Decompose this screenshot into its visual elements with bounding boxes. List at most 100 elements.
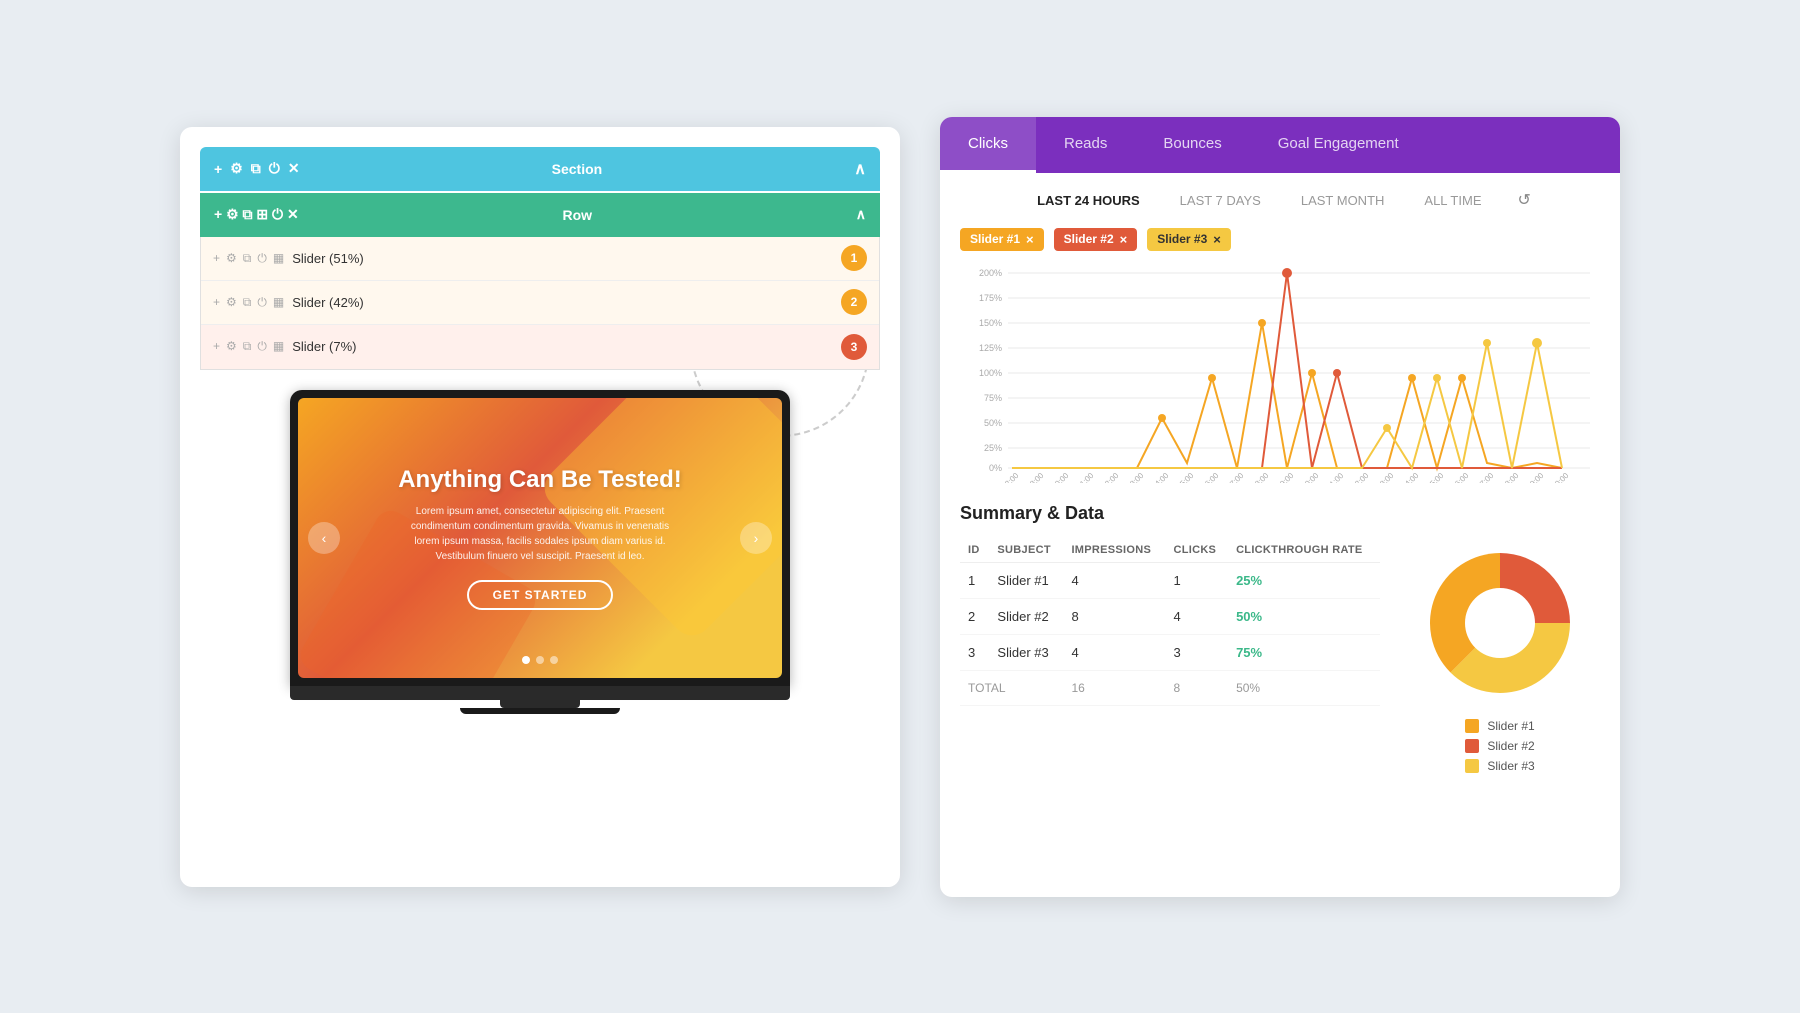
laptop-foot xyxy=(460,708,620,714)
time-filter-bar: LAST 24 HOURS LAST 7 DAYS LAST MONTH ALL… xyxy=(940,173,1620,228)
row3-rate: 75% xyxy=(1228,634,1380,670)
gear-icon[interactable]: ⚙ xyxy=(230,160,243,177)
slider-list: +⚙⧉⏻▦ Slider (51%) 1 +⚙⧉⏻▦ Slider (42%) … xyxy=(200,237,880,370)
svg-text:125%: 125% xyxy=(979,343,1002,353)
row2-impressions: 8 xyxy=(1063,598,1165,634)
row1-clicks: 1 xyxy=(1165,562,1228,598)
svg-text:06:00: 06:00 xyxy=(1200,470,1221,482)
row2-subject: Slider #2 xyxy=(989,598,1063,634)
section-bar[interactable]: + ⚙ ⧉ ⏻ ✕ Section ∧ xyxy=(200,147,880,191)
laptop-display: ‹ Anything Can Be Tested! Lorem ipsum am… xyxy=(298,398,782,678)
svg-text:13:00: 13:00 xyxy=(1375,470,1396,482)
tab-clicks[interactable]: Clicks xyxy=(940,117,1036,173)
slider-prev-arrow[interactable]: ‹ xyxy=(308,522,340,554)
table-row: 2 Slider #2 8 4 50% xyxy=(960,598,1380,634)
svg-text:23:00: 23:00 xyxy=(1025,470,1046,482)
filter-all-time[interactable]: ALL TIME xyxy=(1416,189,1489,212)
svg-text:25%: 25% xyxy=(984,443,1002,453)
svg-text:14:00: 14:00 xyxy=(1400,470,1421,482)
svg-text:12:00: 12:00 xyxy=(1350,470,1371,482)
filter-tag-slider2-close[interactable]: × xyxy=(1120,232,1128,247)
legend-slider1: Slider #1 xyxy=(1465,719,1534,733)
laptop-body: Lorem ipsum amet, consectetur adipiscing… xyxy=(400,504,680,564)
filter-tags: Slider #1 × Slider #2 × Slider #3 × xyxy=(940,228,1620,263)
legend-label-slider3: Slider #3 xyxy=(1487,759,1534,773)
copy-icon[interactable]: ⧉ xyxy=(243,206,253,222)
reset-filter-icon[interactable]: ↺ xyxy=(1517,190,1530,210)
section-chevron[interactable]: ∧ xyxy=(854,159,866,179)
svg-text:00:00: 00:00 xyxy=(1050,470,1071,482)
dot-2[interactable] xyxy=(536,656,544,664)
slider-1-label: Slider (51%) xyxy=(292,251,833,266)
filter-last-month[interactable]: LAST MONTH xyxy=(1293,189,1393,212)
laptop-dots xyxy=(522,656,558,664)
total-label: TOTAL xyxy=(960,670,1063,705)
svg-text:10:00: 10:00 xyxy=(1300,470,1321,482)
slider-1-badge: 1 xyxy=(841,245,867,271)
svg-text:100%: 100% xyxy=(979,368,1002,378)
table-row: 3 Slider #3 4 3 75% xyxy=(960,634,1380,670)
filter-tag-slider3[interactable]: Slider #3 × xyxy=(1147,228,1231,251)
slider-item-2[interactable]: +⚙⧉⏻▦ Slider (42%) 2 xyxy=(201,281,879,325)
svg-text:04:00: 04:00 xyxy=(1150,470,1171,482)
chart-area: 200% 175% 150% 125% 100% 75% 50% 25% 0% … xyxy=(940,263,1620,493)
col-rate: CLICKTHROUGH RATE xyxy=(1228,538,1380,563)
svg-text:0%: 0% xyxy=(989,463,1002,473)
delete-icon[interactable]: ✕ xyxy=(288,160,300,177)
row1-rate: 25% xyxy=(1228,562,1380,598)
slider-next-arrow[interactable]: › xyxy=(740,522,772,554)
row2-id: 2 xyxy=(960,598,989,634)
slider-item-3[interactable]: +⚙⧉⏻▦ Slider (7%) 3 xyxy=(201,325,879,369)
filter-tag-slider1-label: Slider #1 xyxy=(970,232,1020,246)
total-impressions: 16 xyxy=(1063,670,1165,705)
svg-text:08:00: 08:00 xyxy=(1250,470,1271,482)
laptop-screen: ‹ Anything Can Be Tested! Lorem ipsum am… xyxy=(290,390,790,686)
add-icon[interactable]: + xyxy=(214,161,222,177)
laptop-headline: Anything Can Be Tested! xyxy=(398,466,682,494)
row1-impressions: 4 xyxy=(1063,562,1165,598)
svg-text:20:00: 20:00 xyxy=(1550,470,1571,482)
svg-text:01:00: 01:00 xyxy=(1075,470,1096,482)
legend-label-slider1: Slider #1 xyxy=(1487,719,1534,733)
filter-tag-slider1-close[interactable]: × xyxy=(1026,232,1034,247)
row-bar[interactable]: + ⚙ ⧉ ⊞ ⏻ ✕ Row ∧ xyxy=(200,193,880,237)
power-icon[interactable]: ⏻ xyxy=(269,160,280,177)
pie-chart-area: Slider #1 Slider #2 Slider #3 xyxy=(1400,503,1600,887)
row3-clicks: 3 xyxy=(1165,634,1228,670)
right-panel: Clicks Reads Bounces Goal Engagement LAS… xyxy=(940,117,1620,897)
gear-icon[interactable]: ⚙ xyxy=(226,206,239,222)
svg-text:18:00: 18:00 xyxy=(1500,470,1521,482)
section-bar-icons: + ⚙ ⧉ ⏻ ✕ xyxy=(214,160,300,177)
filter-tag-slider3-close[interactable]: × xyxy=(1213,232,1221,247)
power-icon[interactable]: ⏻ xyxy=(272,206,283,222)
legend-dot-slider1 xyxy=(1465,719,1479,733)
copy-icon[interactable]: ⧉ xyxy=(251,160,261,177)
svg-text:03:00: 03:00 xyxy=(1125,470,1146,482)
row-chevron[interactable]: ∧ xyxy=(856,206,866,223)
tab-bounces[interactable]: Bounces xyxy=(1135,117,1249,173)
slider-2-label: Slider (42%) xyxy=(292,295,833,310)
slider-3-icons: +⚙⧉⏻▦ xyxy=(213,339,284,354)
svg-text:05:00: 05:00 xyxy=(1175,470,1196,482)
total-row: TOTAL 16 8 50% xyxy=(960,670,1380,705)
laptop-cta-button[interactable]: GET STARTED xyxy=(467,580,614,610)
svg-text:22:00: 22:00 xyxy=(1000,470,1021,482)
tab-goal-engagement[interactable]: Goal Engagement xyxy=(1250,117,1427,173)
grid-icon[interactable]: ⊞ xyxy=(256,206,268,222)
row2-clicks: 4 xyxy=(1165,598,1228,634)
filter-tag-slider2-label: Slider #2 xyxy=(1064,232,1114,246)
tab-reads[interactable]: Reads xyxy=(1036,117,1135,173)
slider-2-badge: 2 xyxy=(841,289,867,315)
row3-subject: Slider #3 xyxy=(989,634,1063,670)
dot-3[interactable] xyxy=(550,656,558,664)
filter-tag-slider2[interactable]: Slider #2 × xyxy=(1054,228,1138,251)
laptop-stand xyxy=(500,700,580,708)
svg-text:19:00: 19:00 xyxy=(1525,470,1546,482)
delete-icon[interactable]: ✕ xyxy=(287,206,299,222)
dot-1[interactable] xyxy=(522,656,530,664)
filter-tag-slider1[interactable]: Slider #1 × xyxy=(960,228,1044,251)
filter-last-24h[interactable]: LAST 24 HOURS xyxy=(1029,189,1148,212)
add-icon[interactable]: + xyxy=(214,206,222,222)
filter-last-7d[interactable]: LAST 7 DAYS xyxy=(1172,189,1269,212)
slider-item-1[interactable]: +⚙⧉⏻▦ Slider (51%) 1 xyxy=(201,237,879,281)
